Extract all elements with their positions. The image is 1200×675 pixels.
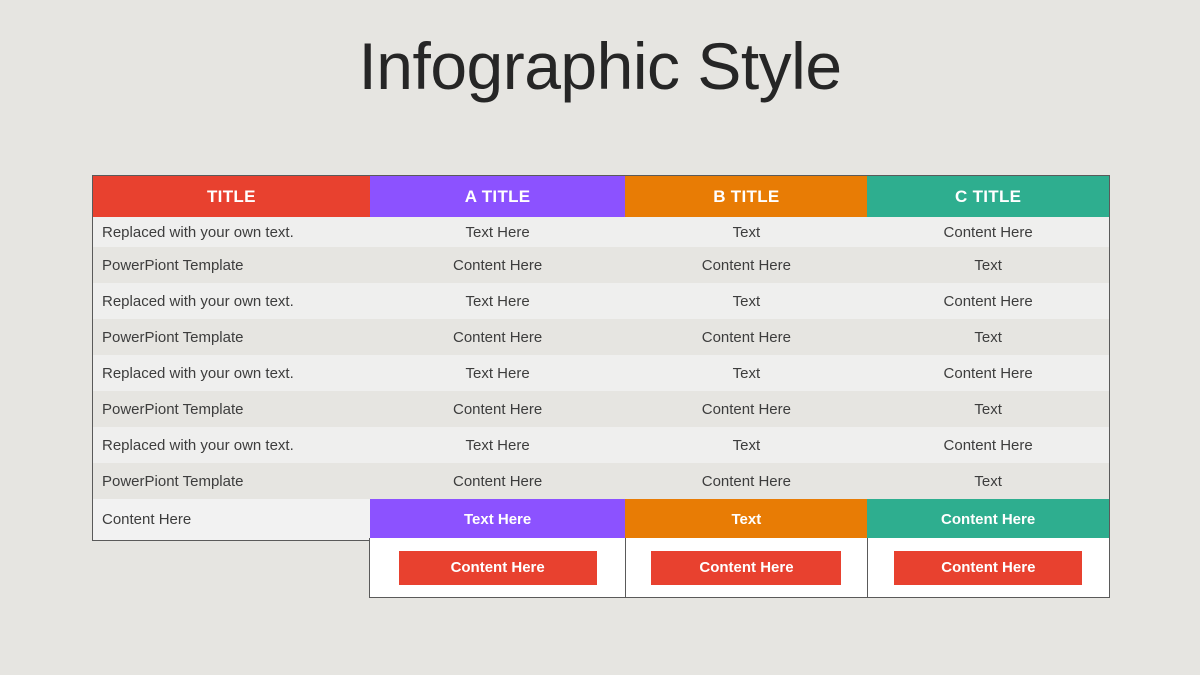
cell-b: Text — [732, 436, 761, 454]
row-label: Replaced with your own text. — [102, 436, 294, 454]
footer-c: Content Here — [867, 499, 1110, 540]
cell-b: Content Here — [701, 472, 791, 490]
cell-a: Text Here — [465, 436, 530, 454]
table-row: PowerPiont Template Content Here Content… — [93, 463, 1109, 499]
footer-b: Text — [625, 499, 868, 540]
cell-c: Text — [974, 328, 1002, 346]
cell-a: Content Here — [453, 256, 543, 274]
row-label: Replaced with your own text. — [102, 364, 294, 382]
header-title: TITLE — [93, 176, 370, 217]
action-cell-b: Content Here — [625, 538, 866, 597]
table-row: Replaced with your own text. Text Here T… — [93, 283, 1109, 319]
cell-a: Content Here — [453, 400, 543, 418]
cell-c: Text — [974, 400, 1002, 418]
cell-c: Content Here — [943, 436, 1033, 454]
cell-c: Content Here — [943, 223, 1033, 241]
row-label: PowerPiont Template — [102, 472, 244, 490]
row-label: PowerPiont Template — [102, 328, 244, 346]
cell-c: Text — [974, 256, 1002, 274]
header-b-title: B TITLE — [625, 176, 868, 217]
slide-title: Infographic Style — [358, 29, 842, 103]
cell-b: Text — [732, 223, 761, 241]
header-a-title: A TITLE — [369, 176, 626, 217]
table-row: PowerPiont Template Content Here Content… — [93, 247, 1109, 283]
cell-c: Content Here — [943, 292, 1033, 310]
cell-b: Content Here — [701, 400, 791, 418]
table-row: PowerPiont Template Content Here Content… — [93, 391, 1109, 427]
row-label: PowerPiont Template — [102, 256, 244, 274]
cell-b: Text — [732, 364, 761, 382]
cell-b: Content Here — [701, 256, 791, 274]
row-label: Replaced with your own text. — [102, 292, 294, 310]
row-label: PowerPiont Template — [102, 400, 244, 418]
cell-b: Text — [732, 292, 761, 310]
footer-a: Text Here — [369, 499, 626, 540]
content-button-c[interactable]: Content Here — [894, 550, 1083, 585]
row-label: Replaced with your own text. — [102, 223, 294, 241]
action-button-row: Content Here Content Here Content Here — [369, 538, 1110, 598]
cell-a: Text Here — [465, 292, 530, 310]
table-row: Replaced with your own text. Text Here T… — [93, 355, 1109, 391]
content-button-a[interactable]: Content Here — [398, 550, 597, 585]
cell-c: Text — [974, 472, 1002, 490]
header-c-title: C TITLE — [867, 176, 1110, 217]
table-footer-row: Content Here Text Here Text Content Here — [93, 499, 1110, 541]
action-cell-a: Content Here — [370, 538, 625, 597]
cell-c: Content Here — [943, 364, 1033, 382]
cell-b: Content Here — [701, 328, 791, 346]
cell-a: Content Here — [453, 472, 543, 490]
comparison-table: TITLE A TITLE B TITLE C TITLE Replaced w… — [92, 175, 1110, 541]
cell-a: Text Here — [465, 364, 530, 382]
content-button-b[interactable]: Content Here — [651, 550, 842, 585]
table-row: PowerPiont Template Content Here Content… — [93, 319, 1109, 355]
cell-a: Text Here — [465, 223, 530, 241]
table-row: Replaced with your own text. Text Here T… — [93, 427, 1109, 463]
footer-label: Content Here — [93, 499, 370, 540]
action-cell-c: Content Here — [866, 538, 1109, 597]
table-row: Replaced with your own text. Text Here T… — [93, 217, 1109, 247]
table-header-row: TITLE A TITLE B TITLE C TITLE — [93, 176, 1110, 217]
cell-a: Content Here — [453, 328, 543, 346]
